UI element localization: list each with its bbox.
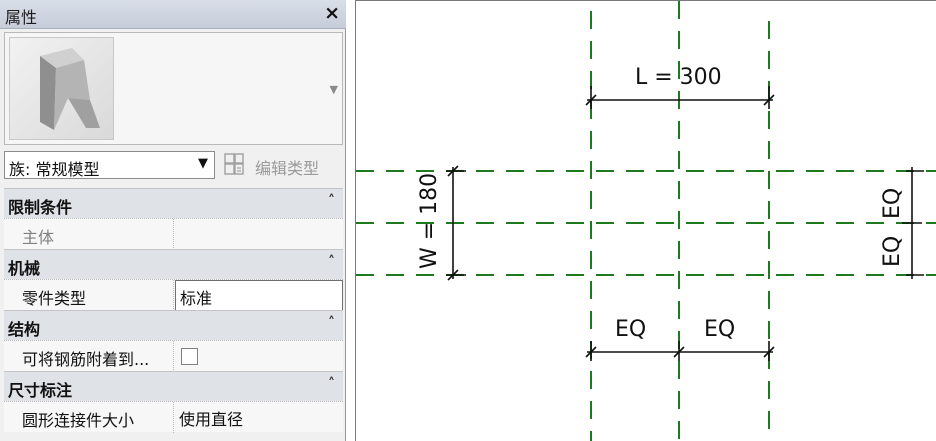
- drawing-svg: L = 300 W = 180 EQ EQ EQ EQ: [356, 1, 936, 441]
- group-mechanical[interactable]: 机械 ˄: [4, 249, 343, 279]
- group-dimensions[interactable]: 尺寸标注 ˄: [4, 371, 343, 401]
- property-name: 零件类型: [4, 280, 174, 311]
- length-dimension-text[interactable]: L = 300: [635, 65, 722, 90]
- property-value: [175, 341, 343, 372]
- drawing-canvas[interactable]: L = 300 W = 180 EQ EQ EQ EQ: [355, 0, 936, 441]
- property-row-host[interactable]: 主体: [4, 218, 343, 250]
- width-dimension-text[interactable]: W = 180: [417, 173, 442, 269]
- family-type-label: 族: 常规模型: [9, 160, 100, 179]
- eq-left-text[interactable]: EQ: [615, 317, 646, 342]
- properties-title: 属性: [5, 8, 38, 27]
- properties-panel: 属性 × ▼ 族: 常规模型 ▼ 编辑类型 限制条件 ˄ 主体 机械 ˄ 零件类…: [0, 0, 346, 441]
- chevron-down-icon[interactable]: ▼: [330, 83, 338, 96]
- property-name: 主体: [4, 219, 174, 250]
- property-name: 可将钢筋附着到...: [4, 341, 174, 372]
- collapse-icon[interactable]: ˄: [328, 315, 335, 331]
- group-label: 尺寸标注: [8, 381, 73, 400]
- group-label: 机械: [8, 259, 41, 278]
- family-type-selector[interactable]: 族: 常规模型 ▼: [4, 151, 215, 179]
- group-label: 结构: [8, 320, 41, 339]
- property-value[interactable]: 使用直径: [175, 402, 343, 433]
- edit-type-button[interactable]: 编辑类型: [221, 150, 339, 180]
- eq-vertical-bottom-text[interactable]: EQ: [880, 236, 905, 267]
- properties-titlebar: 属性 ×: [0, 0, 346, 29]
- property-row-part-type[interactable]: 零件类型 标准: [4, 279, 343, 311]
- collapse-icon[interactable]: ˄: [328, 376, 335, 392]
- property-row-connector-size[interactable]: 圆形连接件大小 使用直径: [4, 401, 343, 433]
- group-constraints[interactable]: 限制条件 ˄: [4, 188, 343, 218]
- type-preview[interactable]: ▼: [4, 32, 343, 145]
- dropdown-caret-icon: ▼: [198, 156, 208, 171]
- collapse-icon[interactable]: ˄: [328, 254, 335, 270]
- property-value[interactable]: [175, 219, 343, 250]
- group-structural[interactable]: 结构 ˄: [4, 310, 343, 340]
- group-label: 限制条件: [8, 198, 73, 217]
- eq-vertical-top-text[interactable]: EQ: [880, 188, 905, 219]
- family-type-preview-icon: [9, 37, 114, 140]
- edit-type-icon: [224, 153, 244, 175]
- close-icon[interactable]: ×: [324, 2, 340, 24]
- eq-right-text[interactable]: EQ: [704, 317, 735, 342]
- rebar-host-checkbox[interactable]: [181, 348, 198, 365]
- part-type-field[interactable]: 标准: [175, 280, 343, 311]
- property-row-rebar-host[interactable]: 可将钢筋附着到...: [4, 340, 343, 372]
- property-name: 圆形连接件大小: [4, 402, 174, 433]
- collapse-icon[interactable]: ˄: [328, 193, 335, 209]
- properties-grid: 限制条件 ˄ 主体 机械 ˄ 零件类型 标准 结构 ˄ 可将钢筋附着到... 尺…: [4, 188, 343, 433]
- edit-type-label: 编辑类型: [255, 159, 320, 178]
